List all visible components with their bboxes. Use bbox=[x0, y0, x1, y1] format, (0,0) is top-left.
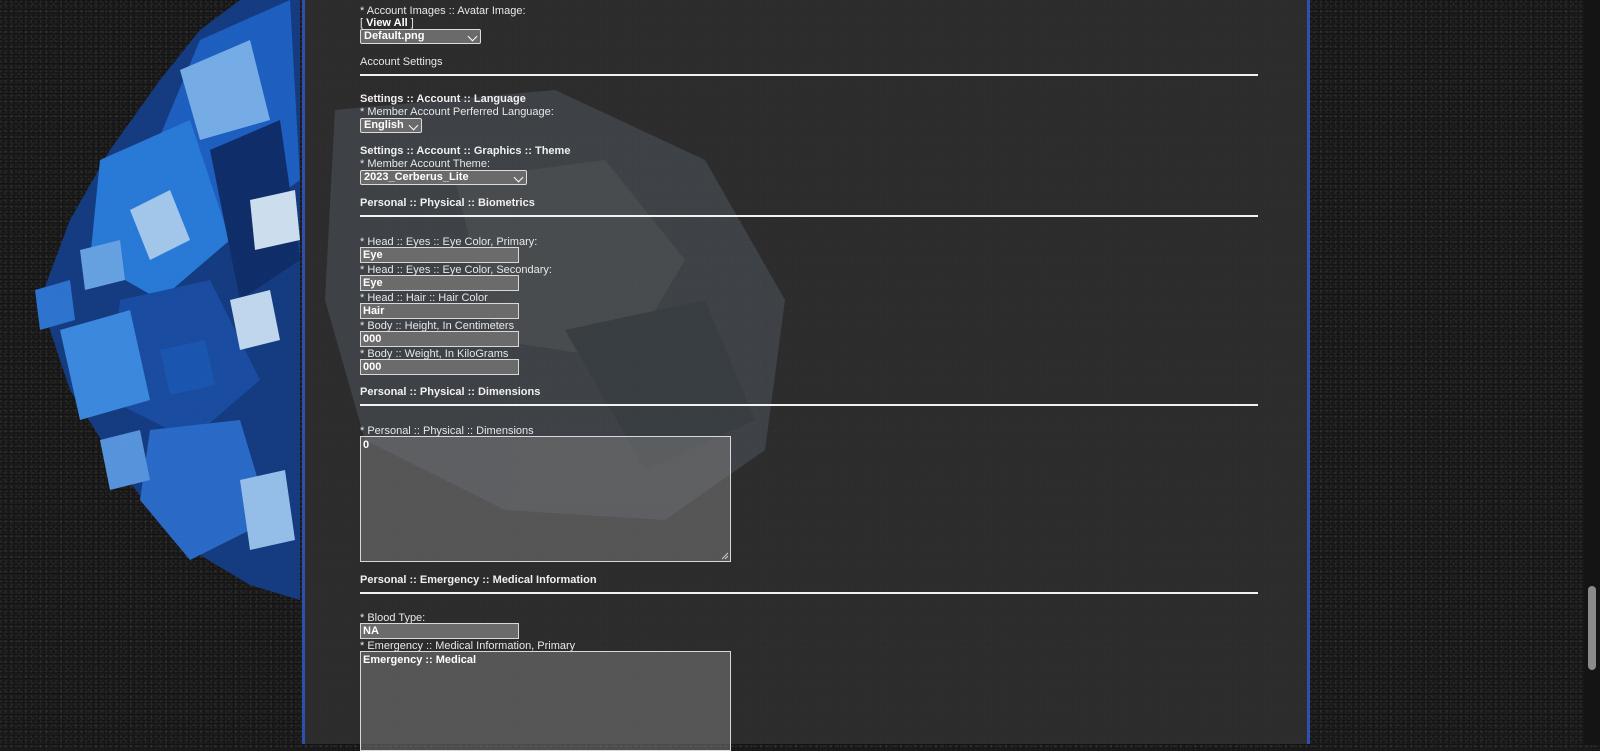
dimensions-textarea-value: 0 bbox=[363, 439, 370, 451]
theme-select-value: 2023_Cerberus_Lite bbox=[364, 171, 469, 183]
view-all-link[interactable]: View All bbox=[366, 17, 408, 29]
divider bbox=[360, 404, 1258, 406]
language-heading: Settings :: Account :: Language bbox=[360, 93, 526, 105]
divider bbox=[360, 215, 1258, 217]
language-select[interactable]: English bbox=[360, 118, 422, 133]
medical-heading: Personal :: Emergency :: Medical Informa… bbox=[360, 574, 597, 586]
bracket-close: ] bbox=[410, 17, 414, 29]
blood-type-input[interactable]: NA bbox=[360, 623, 519, 639]
view-all-link-wrapper: [ View All ] bbox=[360, 17, 414, 29]
hair-color-input[interactable]: Hair bbox=[360, 303, 519, 319]
avatar-image-select-value: Default.png bbox=[364, 30, 425, 42]
content-panel: * Account Images :: Avatar Image: [ View… bbox=[302, 0, 1310, 751]
theme-select[interactable]: 2023_Cerberus_Lite bbox=[360, 170, 527, 185]
chevron-down-icon bbox=[467, 31, 478, 42]
dimensions-textarea[interactable]: 0 bbox=[360, 436, 731, 562]
account-settings-title: Account Settings bbox=[360, 56, 443, 68]
avatar-image-label: * Account Images :: Avatar Image: bbox=[360, 5, 526, 17]
chevron-down-icon bbox=[408, 120, 419, 131]
theme-label: * Member Account Theme: bbox=[360, 158, 491, 170]
avatar-image-select[interactable]: Default.png bbox=[360, 29, 481, 44]
resize-grip-icon[interactable] bbox=[721, 552, 729, 560]
page-scrollbar[interactable] bbox=[1584, 0, 1600, 744]
divider bbox=[360, 592, 1258, 594]
eye-color-primary-input[interactable]: Eye bbox=[360, 247, 519, 263]
scrollbar-thumb[interactable] bbox=[1588, 586, 1596, 670]
divider bbox=[360, 74, 1258, 76]
language-select-value: English bbox=[364, 119, 404, 131]
weight-input[interactable]: 000 bbox=[360, 359, 519, 375]
theme-heading: Settings :: Account :: Graphics :: Theme bbox=[360, 145, 571, 157]
bracket-open: [ bbox=[360, 17, 364, 29]
language-label: * Member Account Perferred Language: bbox=[360, 106, 554, 118]
height-input[interactable]: 000 bbox=[360, 331, 519, 347]
biometrics-heading: Personal :: Physical :: Biometrics bbox=[360, 197, 535, 209]
medical-primary-textarea[interactable]: Emergency :: Medical bbox=[360, 651, 731, 751]
dimensions-heading: Personal :: Physical :: Dimensions bbox=[360, 386, 541, 398]
eye-color-secondary-input[interactable]: Eye bbox=[360, 275, 519, 291]
chevron-down-icon bbox=[513, 172, 524, 183]
